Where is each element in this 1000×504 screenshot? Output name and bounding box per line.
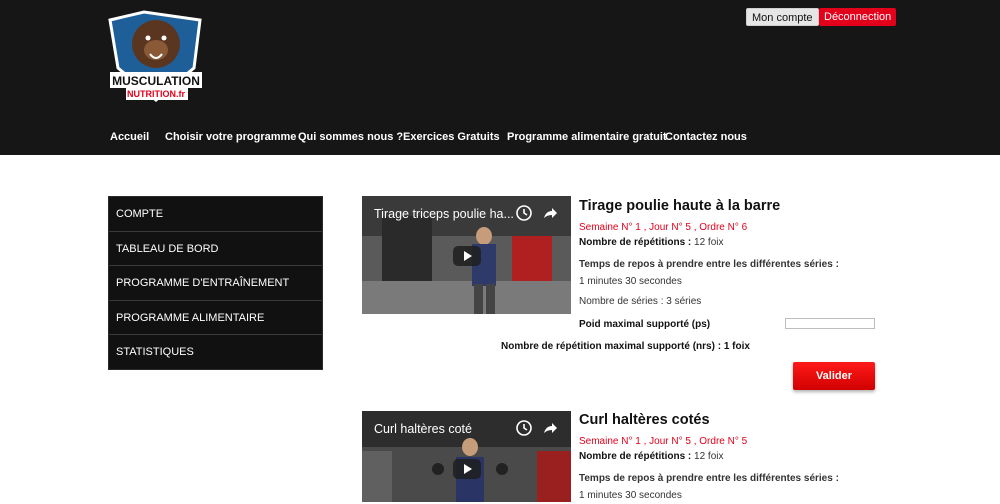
share-icon[interactable] [542,205,558,221]
exercise-video[interactable]: Curl haltères coté [362,411,571,502]
video-title: Tirage triceps poulie ha... [374,207,514,221]
site-logo[interactable]: MUSCULATION NUTRITION.fr [104,8,208,110]
play-icon[interactable] [453,246,481,266]
watch-later-icon[interactable] [516,420,532,436]
rest-info: Temps de repos à prendre entre les diffé… [579,256,844,290]
rest-value: 1 minutes 30 secondes [579,490,682,501]
play-icon[interactable] [453,459,481,479]
series-info: Nombre de séries : 3 séries [579,296,702,307]
nav-about[interactable]: Qui sommes nous ? [298,131,403,143]
rest-label: Temps de repos à prendre entre les diffé… [579,259,839,270]
sidebar-item-statistics[interactable]: STATISTIQUES [109,335,322,370]
exercise-schedule: Semaine N° 1 , Jour N° 5 , Ordre N° 5 [579,436,748,447]
max-reps-label: Nombre de répétition maximal supporté (n… [501,341,722,352]
share-icon[interactable] [542,420,558,436]
nav-free-diet[interactable]: Programme alimentaire gratuit [507,131,667,143]
rest-info: Temps de repos à prendre entre les diffé… [579,470,844,504]
reps-value: 12 foix [694,451,724,462]
svg-text:MUSCULATION: MUSCULATION [112,74,200,88]
exercise-title: Tirage poulie haute à la barre [579,198,781,214]
nav-free-exercises[interactable]: Exercices Gratuits [403,131,500,143]
validate-button[interactable]: Valider [793,362,875,390]
account-sidebar: COMPTE TABLEAU DE BORD PROGRAMME D'ENTRA… [108,196,323,370]
exercise-title: Curl haltères cotés [579,412,710,428]
nav-contact[interactable]: Contactez nous [665,131,747,143]
watch-later-icon[interactable] [516,205,532,221]
rest-value: 1 minutes 30 secondes [579,276,682,287]
nav-choose-program[interactable]: Choisir votre programme [165,131,296,143]
sidebar-item-account[interactable]: COMPTE [109,197,322,232]
sidebar-item-training-program[interactable]: PROGRAMME D'ENTRAÎNEMENT [109,266,322,301]
reps-info: Nombre de répétitions : 12 foix [579,451,724,462]
site-header: MUSCULATION NUTRITION.fr Mon compte Déco… [0,0,1000,155]
rest-label: Temps de repos à prendre entre les diffé… [579,473,839,484]
svg-text:NUTRITION.fr: NUTRITION.fr [127,89,185,99]
logout-button[interactable]: Déconnection [819,8,897,26]
sidebar-item-dashboard[interactable]: TABLEAU DE BORD [109,232,322,267]
reps-value: 12 foix [694,237,724,248]
nav-home[interactable]: Accueil [110,131,149,143]
reps-info: Nombre de répétitions : 12 foix [579,237,724,248]
exercise-schedule: Semaine N° 1 , Jour N° 5 , Ordre N° 6 [579,222,748,233]
max-reps-info: Nombre de répétition maximal supporté (n… [501,341,750,352]
reps-label: Nombre de répétitions : [579,451,692,462]
max-weight-input[interactable] [785,318,875,329]
my-account-button[interactable]: Mon compte [746,8,819,26]
max-weight-label: Poid maximal supporté (ps) [579,319,711,330]
max-reps-value: 1 foix [723,341,750,352]
exercise-video[interactable]: Tirage triceps poulie ha... [362,196,571,314]
sidebar-item-diet-program[interactable]: PROGRAMME ALIMENTAIRE [109,301,322,336]
video-title: Curl haltères coté [374,422,472,436]
reps-label: Nombre de répétitions : [579,237,692,248]
